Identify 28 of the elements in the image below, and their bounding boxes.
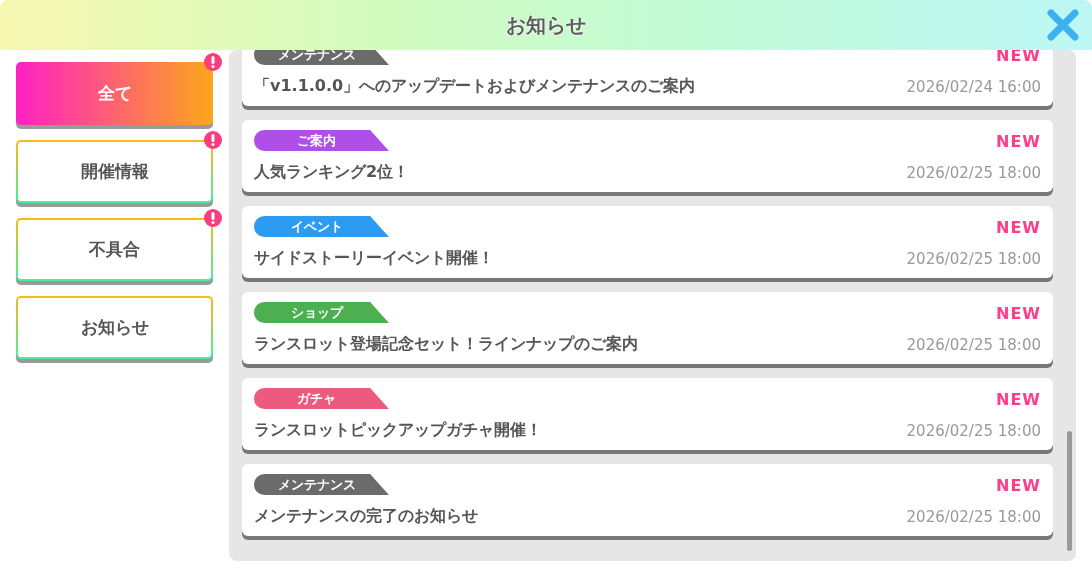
new-label: NEW — [996, 217, 1041, 239]
notice-title: サイドストーリーイベント開催！ — [254, 247, 494, 269]
close-icon — [1046, 8, 1080, 42]
close-button[interactable] — [1046, 8, 1080, 42]
new-label: NEW — [996, 389, 1041, 411]
notice-title: メンテナンスの完了のお知らせ — [254, 505, 478, 527]
notice-title: ランスロットピックアップガチャ開催！ — [254, 419, 542, 441]
notice-date: 2026/02/25 18:00 — [906, 248, 1041, 270]
new-label: NEW — [996, 475, 1041, 497]
notice-date: 2026/02/25 18:00 — [906, 506, 1041, 528]
notice-title: 人気ランキング2位！ — [254, 161, 410, 183]
new-label: NEW — [996, 50, 1041, 67]
category-tag: メンテナンス — [254, 50, 389, 65]
new-label: NEW — [996, 303, 1041, 325]
scrollbar-thumb[interactable] — [1067, 431, 1072, 551]
category-tag: ガチャ — [254, 388, 389, 409]
notice-date: 2026/02/24 16:00 — [906, 76, 1041, 98]
category-tag: ショップ — [254, 302, 389, 323]
notice-date: 2026/02/25 18:00 — [906, 162, 1041, 184]
notice-date: 2026/02/25 18:00 — [906, 420, 1041, 442]
window-title: お知らせ — [506, 12, 586, 39]
category-tag: メンテナンス — [254, 474, 389, 495]
new-label: NEW — [996, 131, 1041, 153]
notice-title: 「v1.1.0.0」へのアップデートおよびメンテナンスのご案内 — [254, 75, 696, 97]
notice-date: 2026/02/25 18:00 — [906, 334, 1041, 356]
category-tag: ご案内 — [254, 130, 389, 151]
notice-title: ランスロット登場記念セット！ラインナップのご案内 — [254, 333, 638, 355]
category-tag: イベント — [254, 216, 389, 237]
